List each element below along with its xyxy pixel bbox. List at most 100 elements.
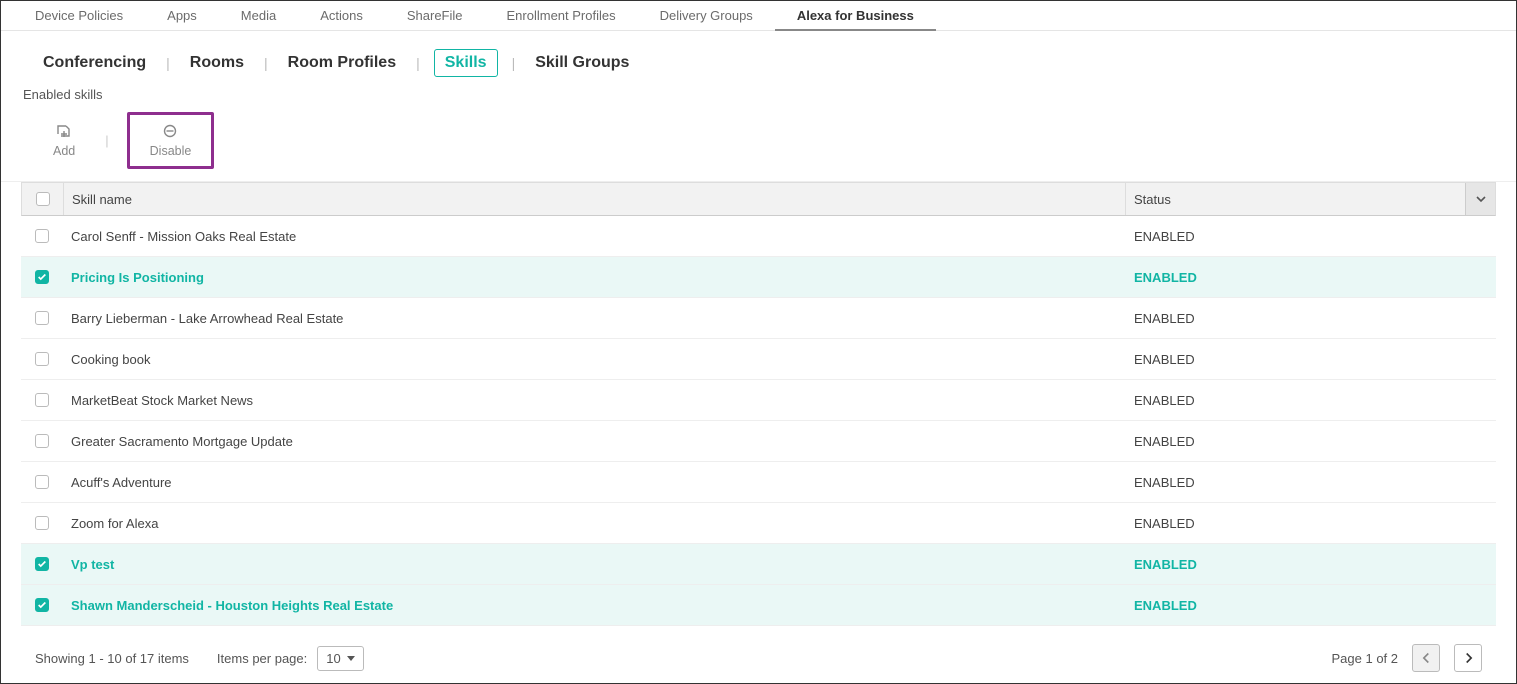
- table-row[interactable]: Pricing Is PositioningENABLED: [21, 257, 1496, 298]
- table-row[interactable]: Cooking bookENABLED: [21, 339, 1496, 380]
- sub-nav-separator: |: [512, 55, 516, 71]
- top-tab-delivery-groups[interactable]: Delivery Groups: [638, 1, 775, 31]
- row-checkbox-cell: [21, 352, 63, 366]
- row-status: ENABLED: [1126, 557, 1466, 572]
- caret-down-icon: [347, 656, 355, 661]
- row-checkbox[interactable]: [35, 516, 49, 530]
- table-row[interactable]: Zoom for AlexaENABLED: [21, 503, 1496, 544]
- row-checkbox[interactable]: [35, 311, 49, 325]
- row-skill-name: Shawn Manderscheid - Houston Heights Rea…: [63, 598, 1126, 613]
- chevron-down-icon: [1475, 193, 1487, 205]
- top-tab-device-policies[interactable]: Device Policies: [13, 1, 145, 31]
- row-status: ENABLED: [1126, 434, 1466, 449]
- footer-left: Showing 1 - 10 of 17 items Items per pag…: [35, 646, 364, 671]
- row-checkbox[interactable]: [35, 598, 49, 612]
- sub-tab-skill-groups[interactable]: Skill Groups: [529, 50, 635, 76]
- top-tab-enrollment-profiles[interactable]: Enrollment Profiles: [485, 1, 638, 31]
- row-status: ENABLED: [1126, 311, 1466, 326]
- add-button[interactable]: Add: [41, 119, 87, 162]
- row-status: ENABLED: [1126, 475, 1466, 490]
- row-checkbox[interactable]: [35, 393, 49, 407]
- sub-nav-separator: |: [416, 55, 420, 71]
- table-row[interactable]: Greater Sacramento Mortgage UpdateENABLE…: [21, 421, 1496, 462]
- items-per-page-label: Items per page:: [217, 651, 307, 666]
- disable-button-highlight: Disable: [127, 112, 215, 169]
- row-checkbox-cell: [21, 557, 63, 571]
- add-button-label: Add: [53, 144, 75, 158]
- row-skill-name: Barry Lieberman - Lake Arrowhead Real Es…: [63, 311, 1126, 326]
- row-status: ENABLED: [1126, 229, 1466, 244]
- row-status: ENABLED: [1126, 598, 1466, 613]
- row-status: ENABLED: [1126, 352, 1466, 367]
- items-per-page-select[interactable]: 10: [317, 646, 363, 671]
- row-checkbox[interactable]: [35, 557, 49, 571]
- row-checkbox-cell: [21, 270, 63, 284]
- row-status: ENABLED: [1126, 393, 1466, 408]
- add-icon: [56, 123, 72, 142]
- toolbar: Add | Disable: [1, 106, 1516, 182]
- table-row[interactable]: Acuff's AdventureENABLED: [21, 462, 1496, 503]
- row-checkbox-cell: [21, 516, 63, 530]
- top-tab-media[interactable]: Media: [219, 1, 298, 31]
- sub-tab-rooms[interactable]: Rooms: [184, 50, 250, 76]
- row-skill-name: Acuff's Adventure: [63, 475, 1126, 490]
- row-skill-name: Greater Sacramento Mortgage Update: [63, 434, 1126, 449]
- row-checkbox[interactable]: [35, 352, 49, 366]
- sub-nav-separator: |: [166, 55, 170, 71]
- table-row[interactable]: Barry Lieberman - Lake Arrowhead Real Es…: [21, 298, 1496, 339]
- top-tab-apps[interactable]: Apps: [145, 1, 219, 31]
- sub-tab-room-profiles[interactable]: Room Profiles: [282, 50, 402, 76]
- disable-button[interactable]: Disable: [138, 119, 204, 162]
- row-checkbox[interactable]: [35, 270, 49, 284]
- column-header-name[interactable]: Skill name: [64, 192, 1125, 207]
- row-status: ENABLED: [1126, 516, 1466, 531]
- table-footer: Showing 1 - 10 of 17 items Items per pag…: [1, 626, 1516, 672]
- table-row[interactable]: Vp testENABLED: [21, 544, 1496, 585]
- skills-table: Skill name Status Carol Senff - Mission …: [1, 182, 1516, 626]
- row-status: ENABLED: [1126, 270, 1466, 285]
- row-checkbox[interactable]: [35, 229, 49, 243]
- footer-right: Page 1 of 2: [1332, 644, 1483, 672]
- row-checkbox[interactable]: [35, 475, 49, 489]
- column-options-button[interactable]: [1465, 183, 1495, 215]
- select-all-checkbox[interactable]: [36, 192, 50, 206]
- toolbar-separator: |: [105, 133, 108, 148]
- top-nav: Device PoliciesAppsMediaActionsShareFile…: [1, 1, 1516, 31]
- disable-button-label: Disable: [150, 144, 192, 158]
- sub-nav: Conferencing | Rooms | Room Profiles | Skills |…: [1, 31, 1516, 87]
- section-title: Enabled skills: [1, 87, 1516, 106]
- app-window: Device PoliciesAppsMediaActionsShareFile…: [0, 0, 1517, 684]
- row-skill-name: Pricing Is Positioning: [63, 270, 1126, 285]
- row-skill-name: Vp test: [63, 557, 1126, 572]
- top-tab-actions[interactable]: Actions: [298, 1, 385, 31]
- row-skill-name: Carol Senff - Mission Oaks Real Estate: [63, 229, 1126, 244]
- row-checkbox-cell: [21, 311, 63, 325]
- sub-tab-skills[interactable]: Skills: [434, 49, 498, 77]
- row-checkbox-cell: [21, 229, 63, 243]
- top-tab-alexa-for-business[interactable]: Alexa for Business: [775, 1, 936, 31]
- disable-icon: [162, 123, 178, 142]
- row-skill-name: Cooking book: [63, 352, 1126, 367]
- column-header-status[interactable]: Status: [1125, 183, 1465, 215]
- row-checkbox-cell: [21, 598, 63, 612]
- next-page-button[interactable]: [1454, 644, 1482, 672]
- sub-tab-conferencing[interactable]: Conferencing: [37, 50, 152, 76]
- items-per-page-value: 10: [326, 651, 340, 666]
- row-skill-name: MarketBeat Stock Market News: [63, 393, 1126, 408]
- chevron-left-icon: [1422, 652, 1431, 664]
- select-all-cell: [22, 183, 64, 215]
- row-skill-name: Zoom for Alexa: [63, 516, 1126, 531]
- top-tab-sharefile[interactable]: ShareFile: [385, 1, 485, 31]
- row-checkbox[interactable]: [35, 434, 49, 448]
- row-checkbox-cell: [21, 434, 63, 448]
- chevron-right-icon: [1464, 652, 1473, 664]
- table-row[interactable]: MarketBeat Stock Market NewsENABLED: [21, 380, 1496, 421]
- sub-nav-separator: |: [264, 55, 268, 71]
- page-label: Page 1 of 2: [1332, 651, 1399, 666]
- showing-text: Showing 1 - 10 of 17 items: [35, 651, 189, 666]
- table-row[interactable]: Carol Senff - Mission Oaks Real EstateEN…: [21, 216, 1496, 257]
- prev-page-button[interactable]: [1412, 644, 1440, 672]
- row-checkbox-cell: [21, 475, 63, 489]
- row-checkbox-cell: [21, 393, 63, 407]
- table-row[interactable]: Shawn Manderscheid - Houston Heights Rea…: [21, 585, 1496, 626]
